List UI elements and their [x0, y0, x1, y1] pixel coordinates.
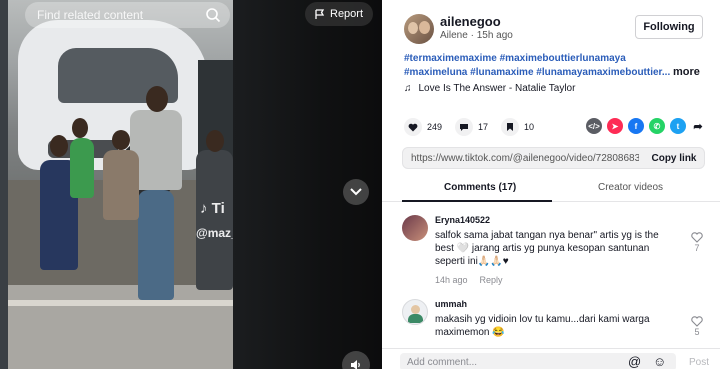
reply-button[interactable]: Reply [480, 275, 503, 285]
author-avatar[interactable] [404, 14, 434, 44]
comment-meta: 14h ago Reply [435, 275, 503, 285]
commenter-username[interactable]: Eryna140522 [435, 215, 490, 225]
like-button[interactable]: 249 [404, 118, 442, 136]
flag-icon [315, 8, 325, 19]
tab-creator-videos[interactable]: Creator videos [598, 182, 663, 193]
comment-item: ummah makasih yg vidioin lov tu kamu...d… [402, 299, 704, 347]
speaker-icon [351, 360, 360, 369]
heart-icon [408, 123, 418, 131]
whatsapp-icon[interactable]: ✆ [649, 118, 665, 134]
find-related-search[interactable] [25, 2, 230, 28]
search-icon[interactable] [205, 7, 221, 23]
following-button[interactable]: Following [635, 15, 703, 39]
scene-road-line [8, 300, 233, 306]
scene-road [8, 285, 233, 369]
heart-outline-icon [691, 232, 703, 243]
comment-text: salfok sama jabat tangan nya benar" arti… [435, 230, 659, 267]
author-username[interactable]: ailenegoo [440, 14, 501, 29]
add-comment-box[interactable]: @ ☺ [400, 353, 676, 369]
details-panel: ailenegoo Ailene · 15h ago Following #te… [382, 0, 720, 369]
comment-text: makasih yg vidioin lov tu kamu...dari ka… [435, 314, 650, 338]
save-count: 10 [524, 122, 535, 132]
save-button[interactable]: 10 [501, 118, 534, 136]
video-blur-left [0, 0, 8, 369]
emoji-icon[interactable]: ☺ [653, 354, 666, 369]
video-frame[interactable]: ♪ Ti @maz_i [8, 0, 233, 369]
chevron-down-icon [350, 188, 362, 196]
action-bar: 249 17 10 </> ➤ f ✆ t ➦ [404, 118, 706, 136]
comment-like-count: 5 [694, 327, 700, 337]
comment-button[interactable]: 17 [455, 118, 488, 136]
scene-person-4 [103, 150, 139, 220]
comment-like[interactable]: 5 [690, 316, 704, 337]
tiktok-logo-icon: ♪ [200, 200, 208, 217]
copy-link-button[interactable]: Copy link [643, 148, 705, 168]
add-comment-input[interactable] [407, 356, 607, 369]
scene-person-5 [196, 150, 233, 290]
comment-like-count: 7 [694, 243, 700, 253]
music-info[interactable]: ♫ Love Is The Answer - Natalie Taylor [404, 83, 575, 94]
more-button[interactable]: more [673, 66, 700, 78]
share-link-url[interactable]: https://www.tiktok.com/@ailenegoo/video/… [411, 153, 639, 164]
bookmark-icon [507, 123, 513, 131]
comment-time: 14h ago [435, 275, 468, 285]
video-hashtags[interactable]: #termaximemaxime #maximebouttierlunamaya… [404, 52, 684, 80]
embed-icon[interactable]: </> [586, 118, 602, 134]
twitter-icon[interactable]: t [670, 118, 686, 134]
watermark-username: @maz_i [196, 226, 233, 240]
author-meta: Ailene · 15h ago [440, 30, 513, 41]
active-tab-indicator [402, 200, 552, 202]
comment-count: 17 [478, 122, 489, 132]
tiktok-watermark: ♪ Ti [200, 200, 225, 217]
share-link-box: https://www.tiktok.com/@ailenegoo/video/… [402, 147, 705, 169]
send-icon[interactable]: ➤ [607, 118, 623, 134]
comment-item: Eryna140522 salfok sama jabat tangan nya… [402, 215, 704, 287]
scene-person-2 [70, 138, 94, 198]
mention-icon[interactable]: @ [628, 354, 641, 369]
share-arrow-icon[interactable]: ➦ [690, 118, 706, 134]
video-player[interactable]: ♪ Ti @maz_i Report [0, 0, 382, 369]
facebook-icon[interactable]: f [628, 118, 644, 134]
add-comment-bar: @ ☺ Post [382, 348, 720, 369]
commenter-avatar[interactable] [402, 299, 428, 325]
post-button[interactable]: Post [689, 357, 709, 368]
next-video-button[interactable] [343, 179, 369, 205]
report-button[interactable]: Report [305, 2, 374, 26]
panel-tabs: Comments (17) Creator videos [382, 176, 720, 202]
like-count: 249 [427, 122, 443, 132]
search-input[interactable] [37, 6, 207, 24]
commenter-avatar[interactable] [402, 215, 428, 241]
comment-icon [460, 123, 468, 131]
commenter-username[interactable]: ummah [435, 299, 467, 309]
music-note-icon: ♫ [404, 83, 412, 94]
comment-like[interactable]: 7 [690, 232, 704, 253]
heart-outline-icon [691, 316, 703, 327]
tab-comments[interactable]: Comments (17) [444, 182, 516, 193]
